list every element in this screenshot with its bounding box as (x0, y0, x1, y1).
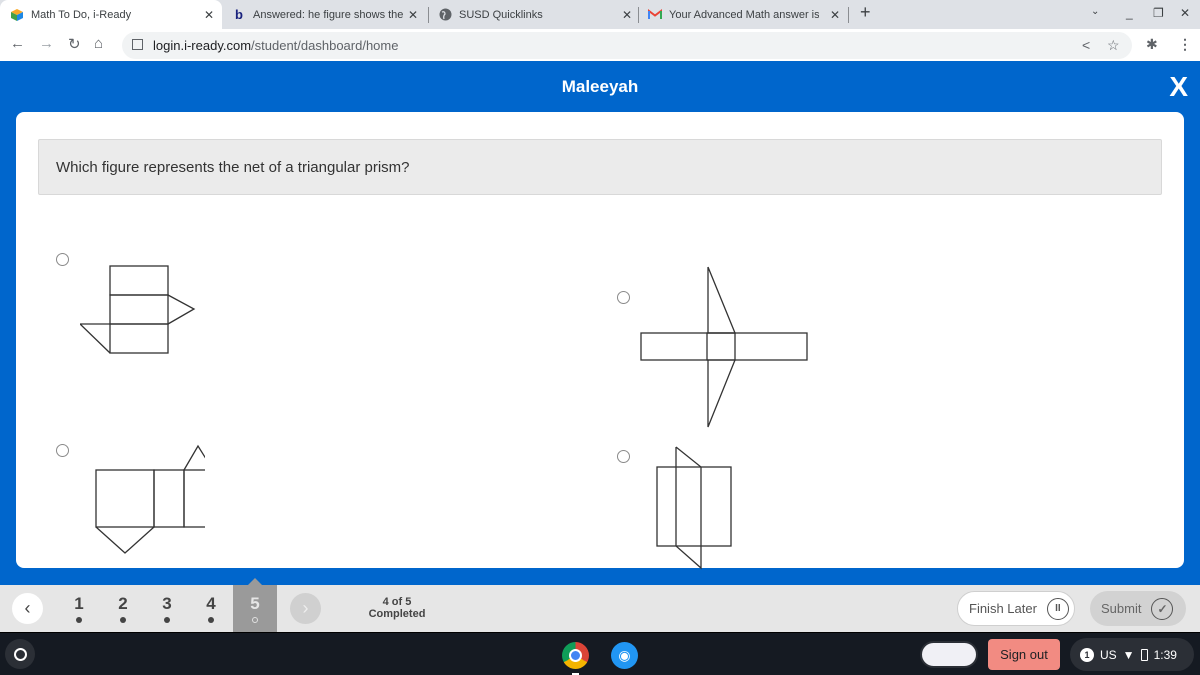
forward-arrow-icon[interactable]: → (39, 35, 54, 52)
status-tray[interactable]: 1 US ▼ 1:39 (1070, 638, 1194, 671)
tab-search-chevron-icon[interactable]: ⌄ (1091, 6, 1099, 17)
question-3-button[interactable]: 3 (145, 585, 189, 632)
close-tab-icon[interactable]: ✕ (622, 8, 632, 22)
input-method-label: US (1100, 647, 1117, 662)
question-2-button[interactable]: 2 (101, 585, 145, 632)
bookmark-star-icon[interactable]: ☆ (1107, 37, 1120, 54)
tab-separator (848, 7, 849, 23)
home-icon[interactable]: ⌂ (94, 35, 103, 52)
finish-later-label: Finish Later (969, 601, 1037, 616)
desk-preview-thumbnails[interactable] (920, 641, 978, 668)
share-icon[interactable]: < (1082, 37, 1090, 53)
question-4-button[interactable]: 4 (189, 585, 233, 632)
completed-dot-icon (76, 617, 82, 623)
completed-dot-icon (164, 617, 170, 623)
address-bar[interactable]: login.i-ready.com/student/dashboard/home… (122, 32, 1132, 59)
launcher-button[interactable] (5, 639, 35, 669)
option-b-radio[interactable] (617, 291, 630, 304)
bartleby-b-icon: b (235, 7, 243, 22)
question-number: 1 (74, 594, 84, 613)
eye-app-icon[interactable]: ◉ (611, 642, 638, 669)
clock-time: 1:39 (1153, 647, 1177, 662)
tab-gmail[interactable]: Your Advanced Math answer is r ✕ (638, 0, 848, 29)
finish-later-button[interactable]: Finish Later II (957, 591, 1075, 626)
site-info-icon[interactable] (132, 39, 143, 50)
option-a-radio[interactable] (56, 253, 69, 266)
submit-label: Submit (1101, 601, 1142, 616)
reload-icon[interactable]: ↻ (68, 35, 81, 53)
menu-kebab-icon[interactable]: ⋮ (1178, 36, 1192, 53)
tab-iready[interactable]: Math To Do, i-Ready ✕ (0, 0, 222, 29)
option-c-radio[interactable] (56, 444, 69, 457)
close-window-icon[interactable]: ✕ (1180, 6, 1190, 20)
url-path: /student/dashboard/home (251, 38, 399, 53)
question-number: 2 (118, 594, 128, 613)
option-c-figure[interactable] (80, 443, 205, 558)
tab-bartleby[interactable]: b Answered: he figure shows the n ✕ (222, 0, 426, 29)
progress-summary: 4 of 5 Completed (360, 596, 434, 620)
notification-badge: 1 (1080, 647, 1094, 662)
url-host: login.i-ready.com (153, 38, 252, 53)
student-name: Maleeyah (561, 77, 639, 96)
launcher-circle-icon (13, 647, 27, 661)
progress-count: 4 of 5 (382, 596, 412, 608)
progress-label: Completed (368, 608, 426, 620)
extensions-puzzle-icon[interactable]: ✱ (1146, 36, 1158, 53)
close-tab-icon[interactable]: ✕ (408, 8, 418, 22)
url-text: login.i-ready.com/student/dashboard/home (153, 38, 398, 53)
tab-title: Your Advanced Math answer is r (669, 8, 819, 21)
globe-icon (438, 8, 452, 22)
back-arrow-icon[interactable]: ← (10, 35, 25, 52)
chevron-left-icon: ‹ (24, 598, 31, 618)
wifi-icon: ▼ (1122, 647, 1135, 662)
close-tab-icon[interactable]: ✕ (830, 8, 840, 22)
question-progress-bar: ‹ 1 2 3 4 5 › 4 of 5 Completed Finish La… (0, 578, 1200, 632)
battery-icon (1140, 648, 1148, 661)
question-card: Which figure represents the net of a tri… (16, 112, 1184, 571)
completed-dot-icon (208, 617, 214, 623)
option-d-radio[interactable] (617, 450, 630, 463)
question-text: Which figure represents the net of a tri… (56, 159, 410, 176)
chrome-browser-icon[interactable] (562, 642, 589, 669)
question-number: 5 (250, 594, 260, 613)
tab-title: Math To Do, i-Ready (31, 8, 132, 21)
question-number: 4 (206, 594, 216, 613)
sign-out-button[interactable]: Sign out (988, 639, 1060, 670)
option-b-figure[interactable] (640, 263, 815, 433)
tab-susd-quicklinks[interactable]: SUSD Quicklinks ✕ (428, 0, 640, 29)
tab-title: SUSD Quicklinks (459, 8, 543, 21)
option-d-figure[interactable] (656, 446, 736, 571)
next-question-button[interactable]: › (290, 593, 321, 624)
close-tab-icon[interactable]: ✕ (204, 8, 214, 22)
question-5-button[interactable]: 5 (233, 578, 277, 632)
iready-lesson-area: Maleeyah X Which figure represents the n… (0, 61, 1200, 585)
new-tab-button[interactable]: + (860, 2, 871, 23)
tab-title: Answered: he figure shows the n (253, 8, 405, 21)
chevron-right-icon: › (302, 598, 309, 618)
question-prompt: Which figure represents the net of a tri… (38, 139, 1162, 195)
minimize-icon[interactable]: _ (1126, 6, 1133, 20)
checkmark-icon: ✓ (1151, 597, 1174, 620)
os-shelf: ◉ Sign out 1 US ▼ 1:39 (0, 632, 1200, 675)
restore-icon[interactable]: ❐ (1153, 6, 1164, 20)
incomplete-dot-icon (252, 617, 258, 623)
completed-dot-icon (120, 617, 126, 623)
option-a-figure[interactable] (80, 262, 210, 357)
pause-icon: II (1046, 597, 1069, 620)
gmail-icon (648, 8, 662, 22)
submit-button[interactable]: Submit ✓ (1090, 591, 1186, 626)
iready-cube-icon (10, 8, 24, 22)
previous-question-button[interactable]: ‹ (12, 593, 43, 624)
browser-toolbar: ← → ↻ ⌂ login.i-ready.com/student/dashbo… (0, 29, 1200, 61)
browser-tab-strip: Math To Do, i-Ready ✕ b Answered: he fig… (0, 0, 1200, 29)
question-1-button[interactable]: 1 (57, 585, 101, 632)
question-number: 3 (162, 594, 172, 613)
close-lesson-button[interactable]: X (1169, 71, 1188, 103)
